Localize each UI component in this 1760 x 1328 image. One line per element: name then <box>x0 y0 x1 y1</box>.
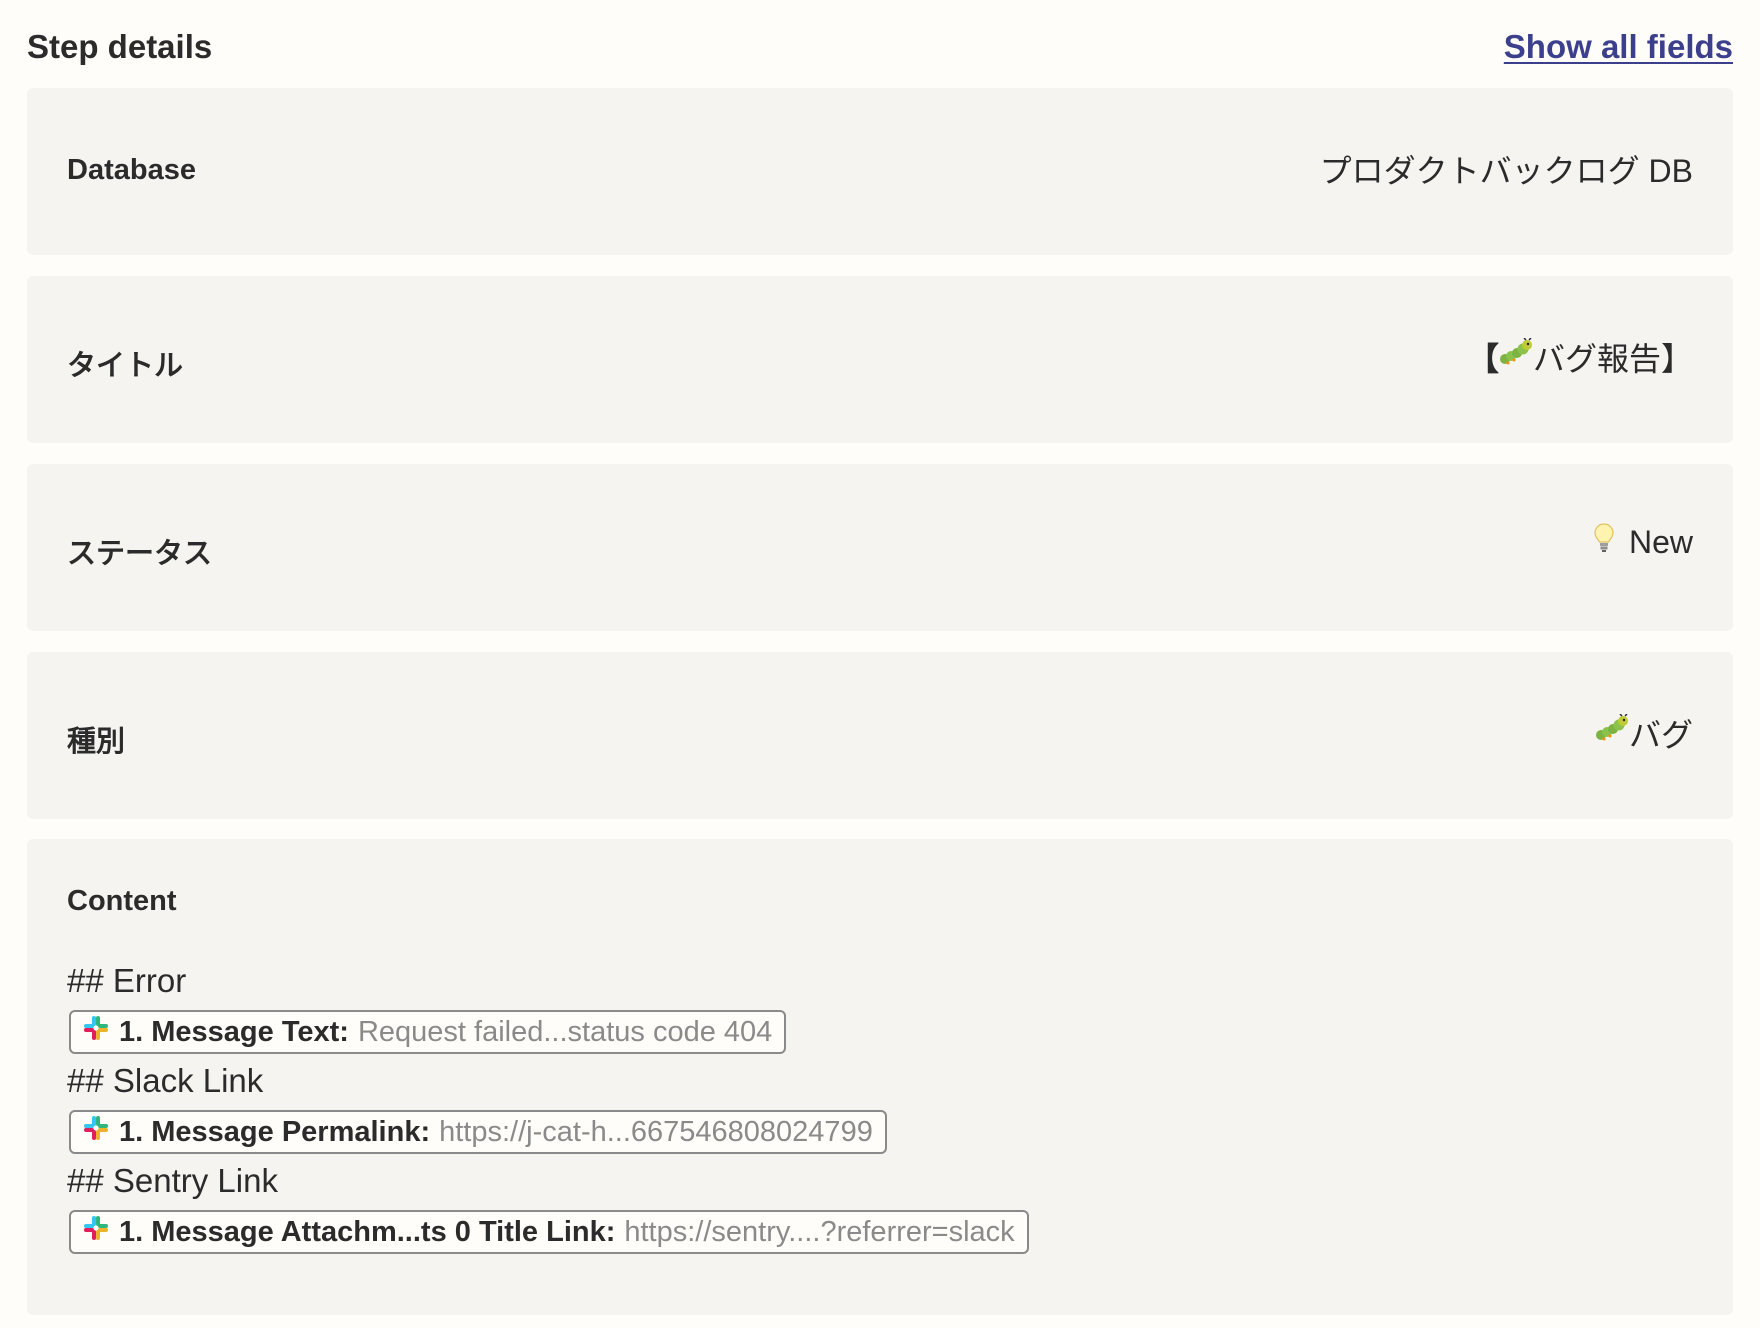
slack-icon <box>81 1113 111 1151</box>
field-value-prefix: 【 <box>1466 341 1499 377</box>
pill-value: Request failed...status code 404 <box>357 1015 773 1048</box>
content-heading-sentry-link: ## Sentry Link <box>67 1162 278 1199</box>
step-details-header: Step details Show all fields <box>27 22 1733 72</box>
field-label: ステータス <box>67 538 213 570</box>
field-status: ステータス New <box>27 464 1733 631</box>
field-title: タイトル 【 バグ報告】 <box>27 276 1733 443</box>
field-value: New <box>1593 522 1693 562</box>
pill-label: 1. Message Permalink: <box>119 1115 431 1148</box>
content-heading-error: ## Error <box>67 962 187 999</box>
field-value: 【 バグ報告】 <box>1467 334 1693 380</box>
page-title: Step details <box>27 28 213 65</box>
slack-icon <box>81 1213 111 1251</box>
field-value-text: バグ <box>1628 717 1693 753</box>
caterpillar-icon <box>1595 713 1629 752</box>
field-label: Database <box>67 154 196 186</box>
field-label: 種別 <box>67 726 126 758</box>
pill-value: https://j-cat-h...667546808024799 <box>439 1115 873 1148</box>
field-value-text: バグ報告】 <box>1532 341 1693 377</box>
pill-label: 1. Message Attachm...ts 0 Title Link: <box>119 1215 616 1248</box>
field-value: バグ <box>1595 710 1693 756</box>
field-value-text: New <box>1628 523 1693 560</box>
mapped-field-pill[interactable]: 1. Message Permalink: https://j-cat-h...… <box>69 1110 887 1154</box>
field-label: タイトル <box>67 350 184 382</box>
field-value: プロダクトバックログ DB <box>1320 146 1693 192</box>
content-label: Content <box>67 885 177 917</box>
show-all-fields-link[interactable]: Show all fields <box>1504 28 1733 66</box>
lightbulb-icon <box>1593 522 1615 562</box>
field-database: Database プロダクトバックログ DB <box>27 88 1733 255</box>
field-value-text: プロダクトバックログ DB <box>1319 153 1693 189</box>
mapped-field-pill[interactable]: 1. Message Attachm...ts 0 Title Link: ht… <box>69 1210 1029 1254</box>
slack-icon <box>81 1013 111 1051</box>
field-type: 種別 バグ <box>27 652 1733 819</box>
pill-value: https://sentry....?referrer=slack <box>624 1215 1015 1248</box>
mapped-field-pill[interactable]: 1. Message Text: Request failed...status… <box>69 1010 787 1054</box>
caterpillar-icon <box>1499 337 1533 376</box>
pill-label: 1. Message Text: <box>119 1015 349 1048</box>
field-content: Content ## Error 1. Message Text: Reques… <box>27 839 1733 1315</box>
content-heading-slack-link: ## Slack Link <box>67 1062 264 1099</box>
